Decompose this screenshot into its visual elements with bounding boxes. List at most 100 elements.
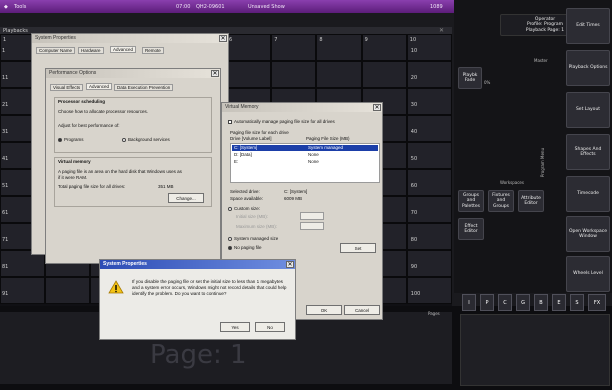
close-icon[interactable]: ✕ — [286, 261, 294, 268]
group-label: Virtual memory — [58, 159, 91, 164]
col-label: 7 — [274, 37, 278, 43]
playback-cell[interactable] — [361, 61, 407, 88]
window-title: System Properties — [32, 34, 228, 43]
space-label: Space available: — [230, 196, 264, 201]
radio-programs[interactable]: Programs — [58, 137, 84, 142]
ok-button[interactable]: OK — [306, 305, 342, 315]
show-id: QH2-09601 — [196, 3, 225, 10]
fkey-i[interactable]: I — [462, 294, 476, 311]
close-icon[interactable]: ✕ — [373, 104, 381, 111]
drive-row-selected[interactable]: C: [System] System managed — [232, 145, 378, 151]
paging-group-label: Paging file size for each drive — [230, 130, 289, 135]
radio-system-managed[interactable]: System managed size — [228, 236, 278, 241]
right-panel: Operator Profile: Program Playback Page:… — [454, 0, 612, 293]
maximum-size-label: Maximum size (MB): — [236, 224, 278, 229]
window-title: Performance Options — [46, 69, 220, 78]
drive-list[interactable]: C: [System] System managed D: [Data] Non… — [230, 143, 380, 183]
close-icon[interactable]: ✕ — [439, 27, 444, 34]
fkey-c[interactable]: C — [498, 294, 512, 311]
show-name: Unsaved Show — [248, 3, 285, 10]
col-label: 1 — [3, 37, 7, 43]
row-end-label: 10 — [410, 48, 418, 54]
vm-desc-2: if it were RAM. — [58, 175, 88, 180]
fkey-g[interactable]: G — [516, 294, 530, 311]
warning-icon — [108, 280, 124, 294]
change-button[interactable]: Change... — [168, 193, 204, 203]
playback-fade-button[interactable]: Playbk Fade — [458, 67, 482, 89]
playback-options-button[interactable]: Playback Options — [566, 50, 610, 86]
fkey-b[interactable]: B — [534, 294, 548, 311]
playback-cell[interactable] — [271, 34, 317, 61]
pages-label: Pages — [428, 311, 440, 316]
col-label: 6 — [229, 37, 233, 43]
set-layout-button[interactable]: Set Layout — [566, 92, 610, 128]
tools-icon[interactable]: ◆ — [4, 4, 8, 10]
row-end-label: 60 — [410, 183, 418, 189]
tab-visual-effects[interactable]: Visual Effects — [50, 84, 84, 91]
tab-remote[interactable]: Remote — [142, 47, 164, 54]
open-workspace-window-button[interactable]: Open Workspace Window — [566, 216, 610, 252]
selected-drive-label: Selected drive: — [230, 189, 260, 194]
tools-menu[interactable]: Tools — [14, 4, 26, 10]
row-end-label: 50 — [410, 156, 418, 162]
playback-cell[interactable] — [316, 61, 362, 88]
no-button[interactable]: No — [255, 322, 285, 332]
timecode-button[interactable]: Timecode — [566, 176, 610, 212]
radio-background-services[interactable]: Background services — [122, 137, 170, 142]
space-value: 6009 MB — [284, 196, 303, 201]
col-drive: Drive [Volume Label] — [230, 136, 272, 141]
close-icon[interactable]: ✕ — [219, 35, 227, 42]
row-label: 31 — [2, 129, 9, 135]
auto-manage-checkbox[interactable]: Automatically manage paging file size fo… — [228, 119, 335, 124]
fkey-e[interactable]: E — [552, 294, 566, 311]
tab-advanced[interactable]: Advanced — [86, 83, 113, 90]
playback-cell[interactable] — [361, 34, 407, 61]
workspace-fixtures-groups[interactable]: Fixtures and Groups — [488, 190, 514, 212]
program-menu-label: Program Menu — [540, 148, 545, 178]
playback-cell[interactable] — [316, 34, 362, 61]
playback-cell[interactable] — [226, 61, 272, 88]
playback-cell[interactable] — [45, 277, 91, 304]
drive-row[interactable]: E: None — [232, 159, 378, 165]
row-end-label: 30 — [410, 102, 418, 108]
alert-title: System Properties — [100, 260, 295, 269]
tab-advanced[interactable]: Advanced — [110, 46, 137, 53]
col-size: Paging File Size (MB) — [306, 136, 350, 141]
workspace-effect-editor[interactable]: Effect Editor — [458, 218, 484, 240]
adjust-label: Adjust for best performance of: — [58, 123, 120, 128]
pages-panel[interactable] — [460, 314, 610, 386]
row-label: 1 — [2, 48, 6, 54]
tab-hardware[interactable]: Hardware — [78, 47, 104, 54]
maximum-size-field[interactable] — [300, 222, 324, 230]
drive-row[interactable]: D: [Data] None — [232, 152, 378, 158]
edit-times-button[interactable]: Edit Times — [566, 8, 610, 44]
alert-message: If you disable the paging file or set th… — [132, 279, 287, 296]
cancel-button[interactable]: Cancel — [344, 305, 380, 315]
tab-computer-name[interactable]: Computer Name — [36, 47, 76, 54]
alert-dialog: System Properties ✕ If you disable the p… — [99, 259, 296, 340]
tab-dep[interactable]: Data Execution Prevention — [114, 84, 174, 91]
wheels-level-button[interactable]: Wheels Level — [566, 256, 610, 292]
playback-cell[interactable] — [271, 61, 317, 88]
yes-button[interactable]: Yes — [220, 322, 250, 332]
page-label: Page: 1 — [150, 340, 247, 370]
row-label: 21 — [2, 102, 9, 108]
workspace-groups-palettes[interactable]: Groups and Palettes — [458, 190, 484, 212]
row-end-label: 80 — [410, 237, 418, 243]
close-icon[interactable]: ✕ — [211, 70, 219, 77]
col-label: 10 — [409, 37, 417, 43]
fkey-p[interactable]: P — [480, 294, 494, 311]
fkey-fx[interactable]: FX — [588, 294, 606, 311]
set-button[interactable]: Set — [340, 243, 376, 253]
shapes-effects-button[interactable]: Shapes And Effects — [566, 134, 610, 170]
fkey-s[interactable]: S — [570, 294, 584, 311]
workspace-attribute-editor[interactable]: Attribute Editor — [518, 190, 544, 212]
radio-no-paging[interactable]: No paging file — [228, 245, 262, 250]
initial-size-field[interactable] — [300, 212, 324, 220]
playback-cell[interactable] — [226, 34, 272, 61]
top-right-label: 1089 — [430, 3, 443, 10]
radio-custom-size[interactable]: Custom size: — [228, 206, 260, 211]
row-end-label: 40 — [410, 129, 418, 135]
group-label: Processor scheduling — [58, 99, 106, 104]
master-label: Master — [534, 58, 548, 63]
